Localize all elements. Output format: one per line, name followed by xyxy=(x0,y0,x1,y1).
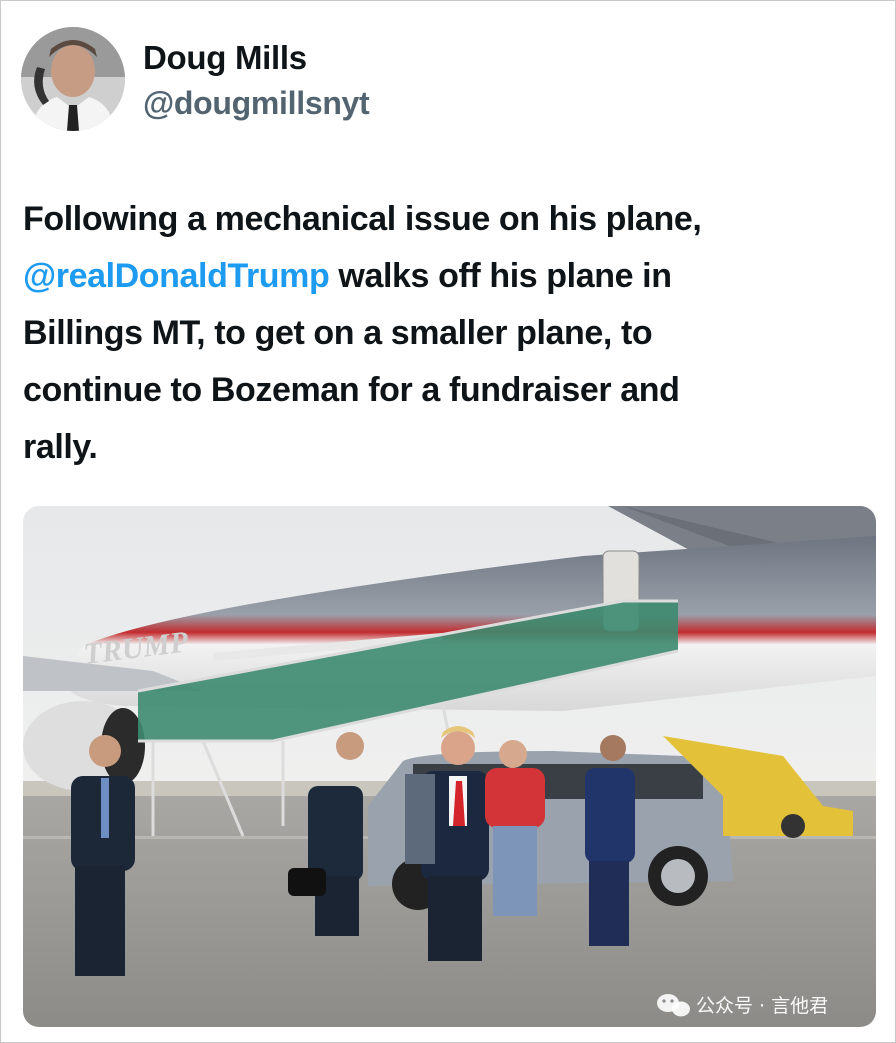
watermark-text: 公众号 · 言他君 xyxy=(696,995,828,1017)
mention-link[interactable]: @realDonaldTrump xyxy=(23,257,330,295)
avatar-image xyxy=(21,27,125,131)
author-handle[interactable]: @dougmillsnyt xyxy=(143,85,370,122)
author-display-name[interactable]: Doug Mills xyxy=(143,39,307,77)
tweet-card: Doug Mills @dougmillsnyt Following a mec… xyxy=(0,0,896,1043)
tweet-line-3: Billings MT, to get on a smaller plane, … xyxy=(23,314,653,352)
tweet-line-1: Following a mechanical issue on his plan… xyxy=(23,200,702,238)
author-avatar[interactable] xyxy=(21,27,125,131)
tweet-photo[interactable]: TRUMP 公众号 · 言他君 xyxy=(23,506,876,1027)
tweet-line-2-rest: walks off his plane in xyxy=(329,257,672,295)
tweet-line-4: continue to Bozeman for a fundraiser and xyxy=(23,371,680,409)
tweet-line-2: @realDonaldTrump walks off his plane in xyxy=(23,248,843,305)
airport-scene-image: TRUMP 公众号 · 言他君 xyxy=(23,506,876,1027)
tweet-text: Following a mechanical issue on his plan… xyxy=(23,191,843,476)
tweet-line-5: rally. xyxy=(23,428,98,466)
